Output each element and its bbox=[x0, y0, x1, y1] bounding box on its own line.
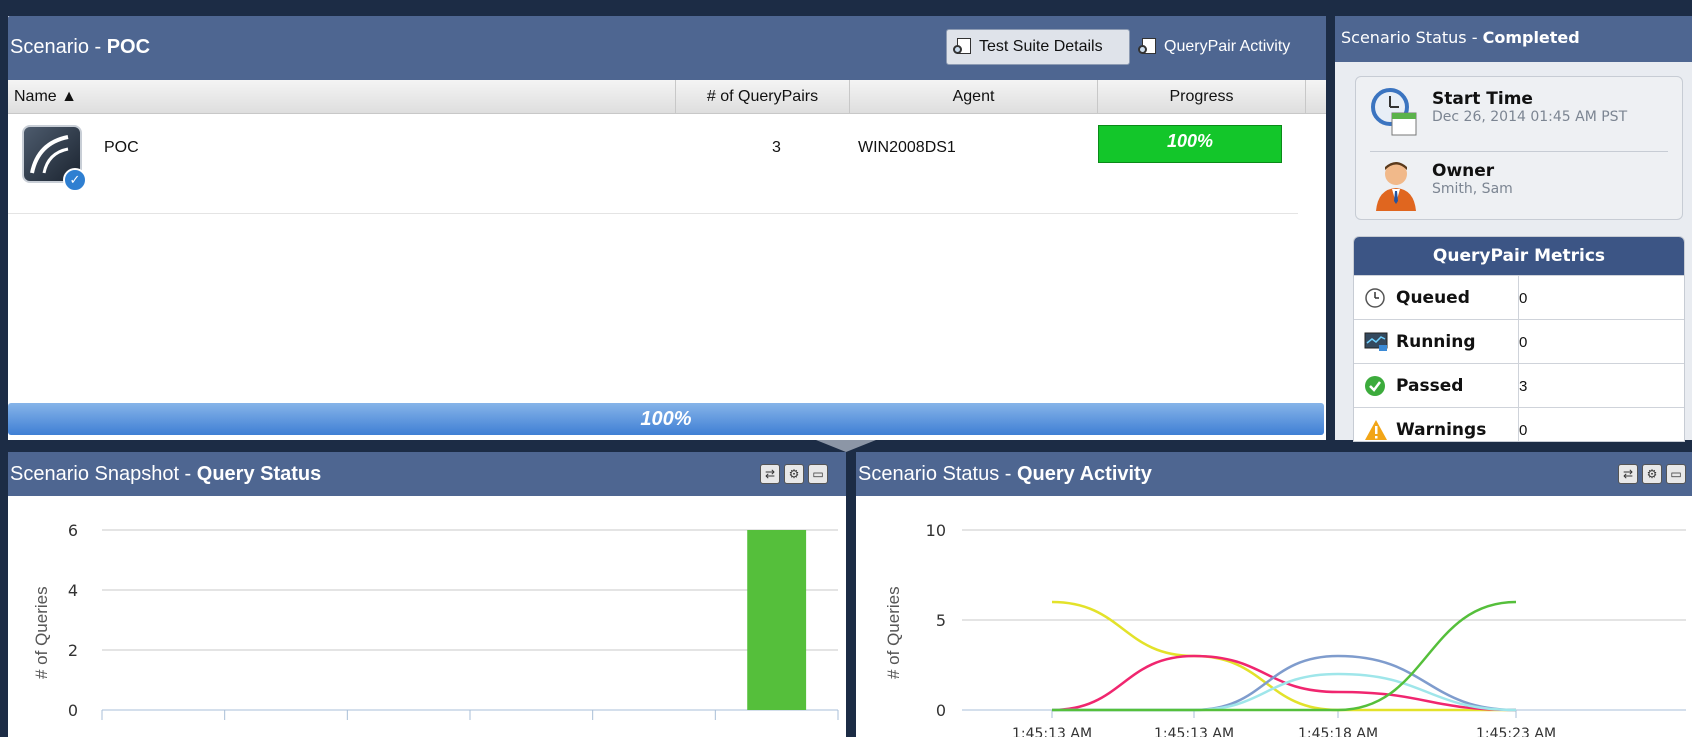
owner-avatar-icon bbox=[1374, 159, 1418, 211]
bar bbox=[747, 530, 807, 710]
x-tick-label: 1:45:13 AM bbox=[1012, 726, 1092, 737]
table-header: Name ▲ # of QueryPairs Agent Progress bbox=[8, 80, 1326, 114]
metric-row-passed: Passed 3 bbox=[1354, 363, 1684, 408]
start-time-label: Start Time bbox=[1432, 89, 1533, 109]
metric-value: 0 bbox=[1519, 422, 1528, 439]
query-activity-title: Scenario Status - Query Activity bbox=[858, 463, 1152, 486]
start-time-value: Dec 26, 2014 01:45 AM PST bbox=[1432, 109, 1628, 125]
activity-title-bold: Query Activity bbox=[1016, 463, 1152, 485]
row-querypairs: 3 bbox=[772, 139, 781, 156]
refresh-icon[interactable]: ⇄ bbox=[760, 464, 780, 484]
scenario-header: Scenario - POC Test Suite Details QueryP… bbox=[8, 16, 1326, 80]
column-progress[interactable]: Progress bbox=[1098, 80, 1306, 113]
metric-label: Running bbox=[1396, 332, 1476, 352]
owner-label: Owner bbox=[1432, 161, 1495, 181]
scenario-info-card: Start Time Dec 26, 2014 01:45 AM PST Own… bbox=[1355, 76, 1683, 220]
metrics-title: QueryPair Metrics bbox=[1354, 237, 1684, 275]
metric-label: Passed bbox=[1396, 376, 1464, 396]
x-tick-label: 1:45:13 AM bbox=[1154, 726, 1234, 737]
querypair-activity-label: QueryPair Activity bbox=[1164, 38, 1291, 55]
column-name[interactable]: Name ▲ bbox=[8, 80, 676, 113]
row-progress-bar: 100% bbox=[1098, 125, 1282, 163]
metric-value: 0 bbox=[1519, 290, 1528, 307]
x-tick-label: 1:45:18 AM bbox=[1298, 726, 1378, 737]
metric-value: 0 bbox=[1519, 334, 1528, 351]
gear-icon[interactable]: ⚙ bbox=[1642, 464, 1662, 484]
panel-controls: ⇄ ⚙ ▭ bbox=[760, 464, 828, 484]
row-agent: WIN2008DS1 bbox=[858, 139, 956, 156]
scenario-title-prefix: Scenario - bbox=[10, 36, 107, 58]
querypair-activity-button[interactable]: QueryPair Activity bbox=[1138, 29, 1290, 65]
querypair-metrics-card: QueryPair Metrics Queued 0 Running 0 Pas… bbox=[1353, 236, 1685, 442]
metric-row-queued: Queued 0 bbox=[1354, 275, 1684, 320]
splitter-handle[interactable] bbox=[816, 440, 876, 452]
snapshot-title-bold: Query Status bbox=[196, 463, 322, 485]
y-tick-label: 6 bbox=[68, 521, 78, 540]
maximize-icon[interactable]: ▭ bbox=[808, 464, 828, 484]
maximize-icon[interactable]: ▭ bbox=[1666, 464, 1686, 484]
metric-row-warnings: Warnings 0 bbox=[1354, 407, 1684, 441]
y-tick-label: 10 bbox=[926, 521, 946, 540]
query-activity-panel: Scenario Status - Query Activity ⇄ ⚙ ▭ 0… bbox=[856, 452, 1692, 737]
status-title: Scenario Status - Completed bbox=[1341, 28, 1580, 47]
row-name: POC bbox=[104, 139, 139, 156]
panel-controls: ⇄ ⚙ ▭ bbox=[1618, 464, 1686, 484]
scenario-title: Scenario - POC bbox=[10, 36, 150, 59]
magnifier-document-icon bbox=[1138, 37, 1158, 57]
magnifier-document-icon bbox=[953, 37, 973, 57]
metric-label: Warnings bbox=[1396, 420, 1487, 440]
column-querypairs[interactable]: # of QueryPairs bbox=[676, 80, 850, 113]
scenario-panel: Scenario - POC Test Suite Details QueryP… bbox=[8, 16, 1326, 440]
column-agent[interactable]: Agent bbox=[850, 80, 1098, 113]
refresh-icon[interactable]: ⇄ bbox=[1618, 464, 1638, 484]
metric-row-running: Running 0 bbox=[1354, 319, 1684, 364]
divider bbox=[1370, 151, 1668, 152]
query-status-panel: Scenario Snapshot - Query Status ⇄ ⚙ ▭ 0… bbox=[8, 452, 846, 737]
overall-progress-bar: 100% bbox=[8, 403, 1324, 435]
query-status-header: Scenario Snapshot - Query Status ⇄ ⚙ ▭ bbox=[8, 452, 846, 496]
status-title-prefix: Scenario Status - bbox=[1341, 28, 1483, 47]
y-tick-label: 0 bbox=[68, 701, 78, 720]
status-header: Scenario Status - Completed bbox=[1335, 16, 1692, 62]
y-tick-label: 4 bbox=[68, 581, 78, 600]
test-suite-details-label: Test Suite Details bbox=[979, 38, 1103, 55]
warning-icon bbox=[1364, 419, 1387, 441]
y-tick-label: 2 bbox=[68, 641, 78, 660]
status-panel: Scenario Status - Completed Start Time D… bbox=[1335, 16, 1692, 442]
y-tick-label: 5 bbox=[936, 611, 946, 630]
y-axis-label: # of Queries bbox=[884, 586, 903, 679]
y-tick-label: 0 bbox=[936, 701, 946, 720]
metric-value: 3 bbox=[1519, 378, 1528, 395]
query-activity-header: Scenario Status - Query Activity ⇄ ⚙ ▭ bbox=[856, 452, 1692, 496]
metric-label: Queued bbox=[1396, 288, 1470, 308]
monitor-icon bbox=[1364, 331, 1388, 353]
snapshot-title-prefix: Scenario Snapshot - bbox=[10, 463, 197, 485]
activity-title-prefix: Scenario Status - bbox=[858, 463, 1017, 485]
y-axis-label: # of Queries bbox=[32, 586, 51, 679]
query-status-title: Scenario Snapshot - Query Status bbox=[10, 463, 321, 486]
gear-icon[interactable]: ⚙ bbox=[784, 464, 804, 484]
check-circle-icon bbox=[1364, 375, 1386, 397]
owner-value: Smith, Sam bbox=[1432, 181, 1513, 197]
query-status-chart: 0 2 4 6 bbox=[68, 521, 839, 720]
calendar-clock-icon bbox=[1370, 87, 1417, 136]
table-row[interactable]: ✓ POC 3 WIN2008DS1 100% bbox=[8, 113, 1298, 214]
test-suite-details-button[interactable]: Test Suite Details bbox=[946, 29, 1130, 65]
scenario-title-name: POC bbox=[106, 36, 151, 58]
x-tick-label: 1:45:23 AM bbox=[1476, 726, 1556, 737]
query-activity-chart: 0 5 10 1:45:13 AM 1:45:13 AM 1:45:18 AM 1:45:2… bbox=[926, 521, 1686, 737]
clock-icon bbox=[1364, 287, 1386, 309]
check-badge-icon: ✓ bbox=[63, 168, 87, 192]
status-title-state: Completed bbox=[1482, 28, 1580, 47]
